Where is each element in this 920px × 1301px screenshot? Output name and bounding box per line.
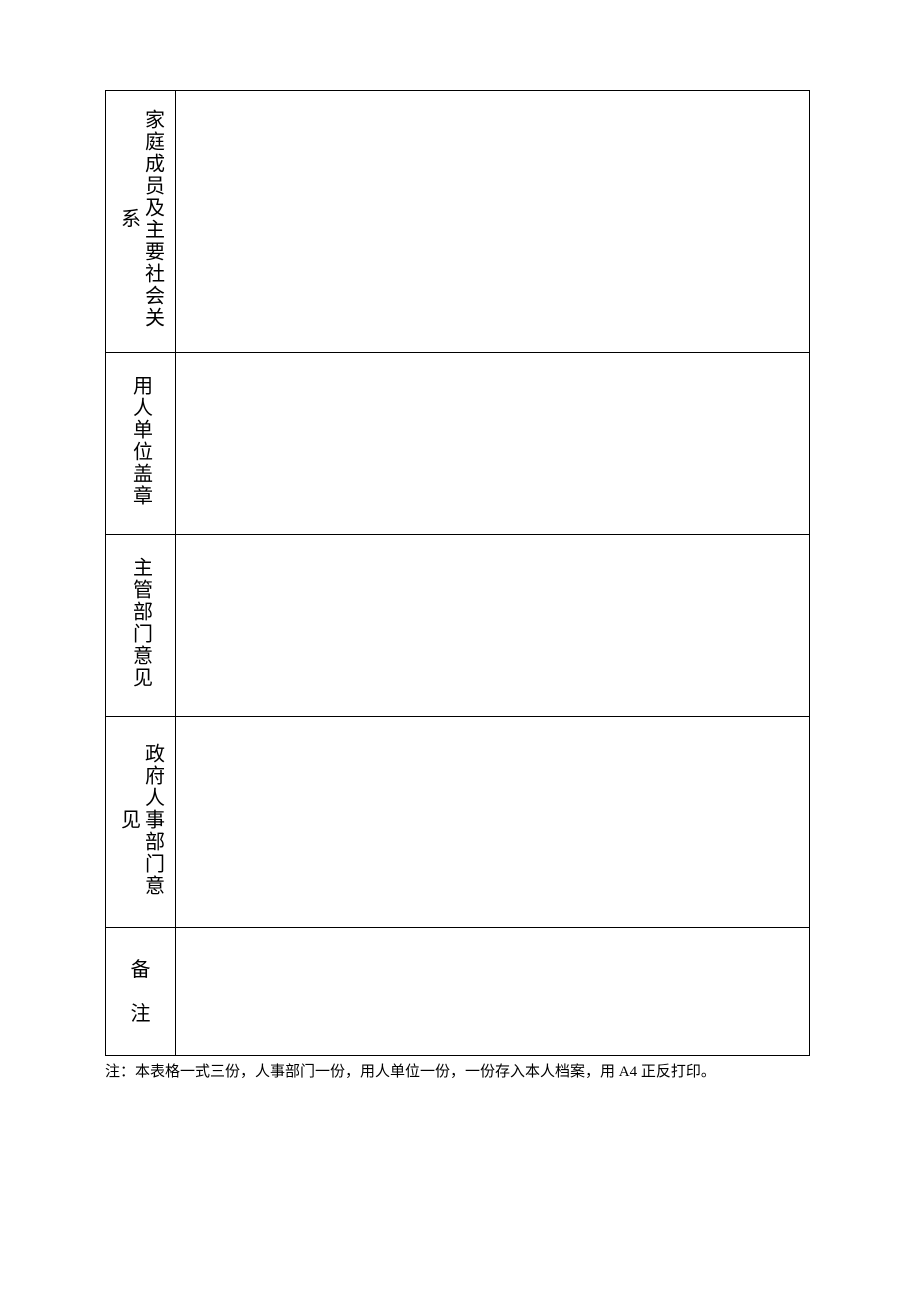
row-content-family	[176, 91, 810, 353]
table-row: 备 注	[106, 928, 810, 1056]
footnote-text: 注：本表格一式三份，人事部门一份，用人单位一份，一份存入本人档案，用 A4 正反…	[105, 1062, 810, 1083]
row-label-gov-hr-opinion: 政府人事部门意见	[106, 717, 176, 928]
label-text-line1: 备	[116, 948, 165, 992]
label-text: 用人单位盖章	[129, 375, 153, 507]
table-row: 主管部门意见	[106, 535, 810, 717]
label-text-line2: 注	[116, 992, 165, 1036]
row-label-employer-seal: 用人单位盖章	[106, 353, 176, 535]
approval-form-table: 家庭成员及主要社会关系 用人单位盖章 主管部门意见 政府人事部门意见 备 注	[105, 90, 810, 1056]
table-row: 用人单位盖章	[106, 353, 810, 535]
table-row: 政府人事部门意见	[106, 717, 810, 928]
row-label-supervisor-opinion: 主管部门意见	[106, 535, 176, 717]
table-row: 家庭成员及主要社会关系	[106, 91, 810, 353]
label-text: 政府人事部门意见	[117, 732, 165, 907]
label-text: 主管部门意见	[129, 557, 153, 689]
row-content-employer-seal	[176, 353, 810, 535]
row-content-remarks	[176, 928, 810, 1056]
label-text: 家庭成员及主要社会关系	[117, 106, 165, 332]
row-label-remarks: 备 注	[106, 928, 176, 1056]
row-content-gov-hr-opinion	[176, 717, 810, 928]
row-content-supervisor-opinion	[176, 535, 810, 717]
row-label-family: 家庭成员及主要社会关系	[106, 91, 176, 353]
